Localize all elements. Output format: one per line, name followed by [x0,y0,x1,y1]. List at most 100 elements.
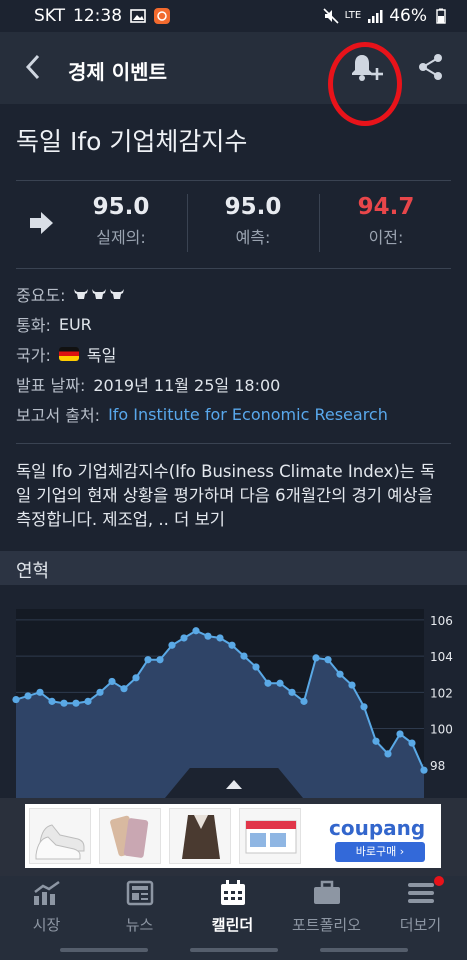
data-point[interactable] [120,685,128,693]
read-more-link[interactable]: 더 보기 [174,510,225,529]
data-point[interactable] [72,699,80,707]
data-point[interactable] [36,688,44,696]
date-value: 2019년 11월 25일 18:00 [93,376,281,395]
tab-calendar[interactable]: 캘린더 [186,880,279,935]
data-point[interactable] [96,688,104,696]
back-icon[interactable] [22,52,52,82]
data-point[interactable] [132,674,140,682]
data-point[interactable] [168,641,176,649]
forecast-value: 95.0 [224,194,282,220]
y-tick-label: 100 [430,723,453,737]
calendar-icon [220,880,245,905]
nav-back-button[interactable] [320,948,408,952]
forecast-label: 예측: [235,228,271,247]
tab-more[interactable]: 더보기 [374,880,467,935]
carrier-label: SKT [34,6,66,26]
share-icon[interactable] [416,52,446,82]
source-link[interactable]: Ifo Institute for Economic Research [108,405,388,424]
data-point[interactable] [204,632,212,640]
data-point[interactable] [144,656,152,664]
info-currency: 통화: EUR [16,312,92,336]
coupang-ad[interactable]: coupang 바로구매 › [325,808,437,864]
data-point[interactable] [180,634,188,642]
app-notification-icon [154,8,171,24]
data-point[interactable] [228,641,236,649]
divider [16,180,451,181]
currency-label: 통화: [16,316,51,335]
data-point[interactable] [192,627,200,635]
fur-coat-thumb[interactable] [169,808,231,864]
data-point[interactable] [84,697,92,705]
y-tick-label: 102 [430,686,453,700]
data-point[interactable] [336,670,344,678]
data-point[interactable] [288,688,296,696]
newspaper-icon [126,880,153,906]
currency-value: EUR [58,314,92,334]
country-value: 독일 [86,346,117,365]
y-tick-label: 104 [430,650,453,664]
stat-actual: 95.0 실제의: [56,194,186,248]
germany-flag-icon [58,347,79,361]
data-point[interactable] [396,730,404,738]
data-point[interactable] [108,677,116,686]
data-point[interactable] [12,695,20,704]
data-point[interactable] [216,634,224,642]
data-point[interactable] [276,679,284,687]
nav-recent-button[interactable] [60,948,148,952]
ad-banner[interactable]: coupang 바로구매 › [0,798,467,876]
data-point[interactable] [420,766,428,774]
tab-more-label: 더보기 [399,916,442,934]
tab-news[interactable]: 뉴스 [93,880,186,935]
stat-previous: 94.7 이전: [321,194,451,248]
data-point[interactable] [156,656,164,664]
data-point[interactable] [24,692,32,700]
arrow-right-icon [30,212,53,234]
buy-now-button[interactable]: 바로구매 › [335,842,425,862]
event-description: 독일 Ifo 기업체감지수(Ifo Business Climate Index… [16,460,446,532]
history-title: 연혁 [16,561,50,582]
previous-value: 94.7 [357,194,415,220]
nav-home-button[interactable] [190,948,278,952]
mask-box-thumb[interactable] [239,808,301,864]
importance-bulls [73,288,124,300]
menu-icon [407,883,434,903]
tab-markets-label: 시장 [32,916,61,934]
data-point[interactable] [384,750,392,758]
source-label: 보고서 출처: [16,406,101,425]
data-point[interactable] [408,739,416,747]
data-point[interactable] [300,697,308,705]
smartphone-thumb[interactable] [99,808,161,864]
chevron-up-icon [226,780,242,789]
bull-icon [109,289,124,299]
data-point[interactable] [372,737,380,745]
info-country: 국가: 독일 [16,342,116,366]
data-point[interactable] [312,654,320,662]
data-point[interactable] [264,679,272,687]
clock: 12:38 [73,6,123,26]
ad-content[interactable]: coupang 바로구매 › [25,804,441,868]
network-type: LTE [344,10,362,21]
battery-percent: 46% [389,6,427,26]
data-point[interactable] [48,697,56,705]
data-point[interactable] [60,699,68,707]
mute-icon [323,8,339,24]
previous-label: 이전: [368,228,404,247]
tab-markets[interactable]: 시장 [0,880,93,935]
bull-icon [73,289,88,299]
data-point[interactable] [252,663,260,671]
system-nav-bar [0,944,467,960]
data-point[interactable] [360,703,368,711]
briefcase-icon [313,880,340,904]
info-date: 발표 날짜: 2019년 11월 25일 18:00 [16,372,280,396]
importance-label: 중요도: [16,286,66,305]
sneakers-thumb[interactable] [29,808,91,864]
country-label: 국가: [16,346,51,365]
data-point[interactable] [240,652,248,660]
data-point[interactable] [324,656,332,664]
data-point[interactable] [348,681,356,689]
tab-calendar-label: 캘린더 [211,916,254,934]
notification-dot [434,876,444,886]
tab-portfolio-label: 포트폴리오 [291,916,361,934]
event-title: 독일 Ifo 기업체감지수 [16,127,248,156]
tab-portfolio[interactable]: 포트폴리오 [280,880,373,935]
